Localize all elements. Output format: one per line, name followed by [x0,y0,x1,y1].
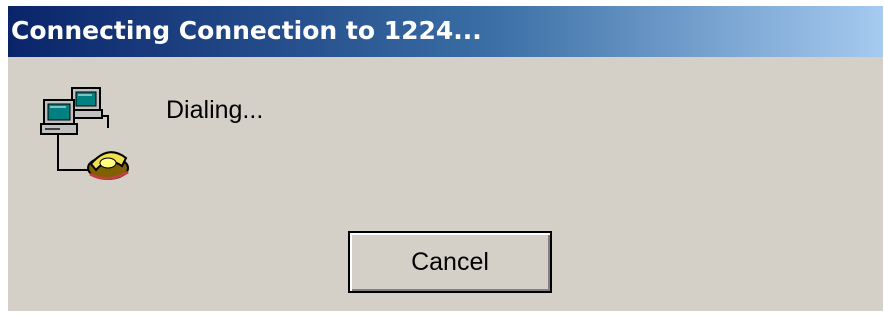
status-message: Dialing... [166,96,264,124]
title-bar[interactable]: Connecting Connection to 1224... [8,6,883,57]
dial-up-connection-icon [40,87,129,180]
cancel-button-label: Cancel [411,247,489,276]
connecting-dialog: Connecting Connection to 1224... Dialing… [8,6,883,311]
window-title: Connecting Connection to 1224... [11,16,482,45]
cancel-button[interactable]: Cancel [348,231,552,293]
